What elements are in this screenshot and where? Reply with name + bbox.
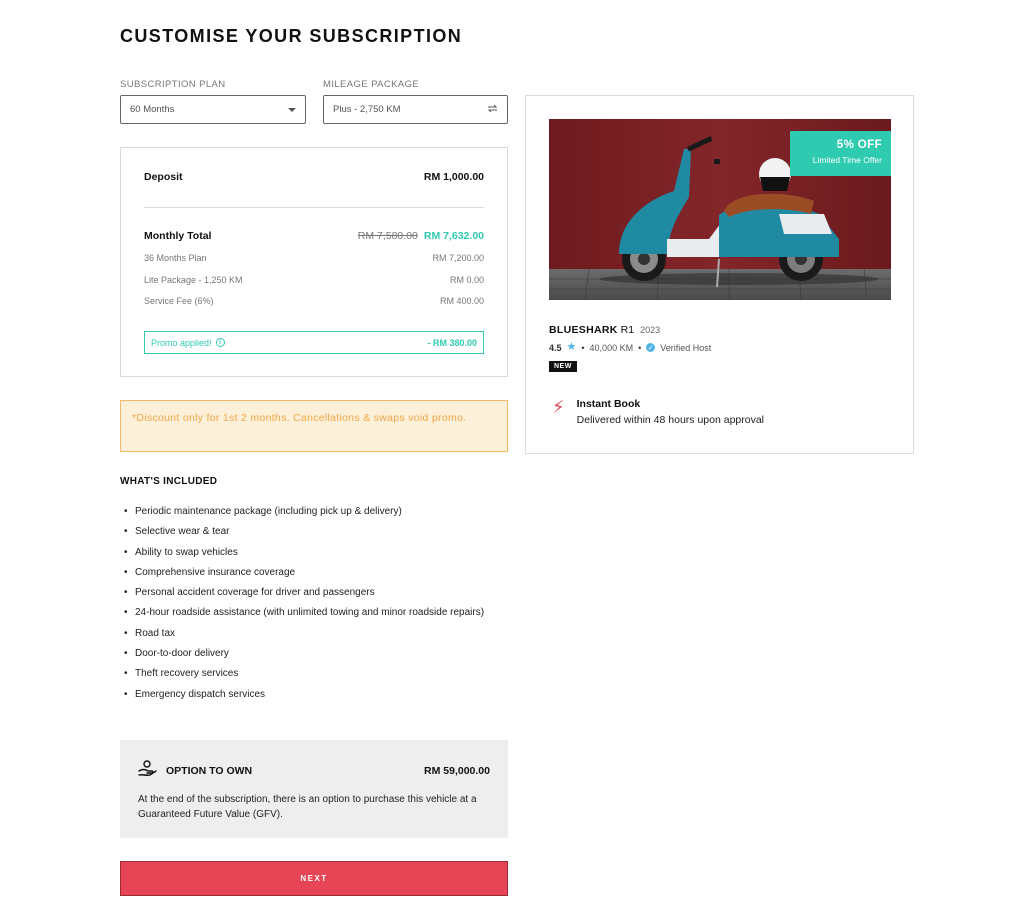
next-button[interactable]: NEXT [120,861,508,896]
info-icon[interactable]: i [215,338,225,347]
new-badge: NEW [549,361,577,372]
vehicle-year: 2023 [640,325,661,335]
offer-badge: 5% OFF Limited Time Offer [790,131,891,176]
separator-dot: • [638,342,642,353]
own-price: RM 59,000.00 [424,764,490,777]
star-icon: ★ [566,341,577,353]
verified-icon: ✓ [646,343,656,352]
promo-notice: *Discount only for 1st 2 months. Cancell… [120,400,508,452]
own-description: At the end of the subscription, there is… [138,794,477,820]
list-item: Periodic maintenance package (including … [124,505,504,519]
list-item: 24-hour roadside assistance (with unlimi… [124,606,504,620]
included-list: Periodic maintenance package (including … [124,505,504,708]
list-item: Door-to-door delivery [124,647,504,661]
deposit-value: RM 1,000.00 [423,171,484,183]
deposit-label: Deposit [144,171,183,183]
monthly-total-label: Monthly Total [144,230,212,242]
line-label: Service Fee (6%) [144,296,214,306]
separator-dot: • [581,342,585,353]
mileage-package-select[interactable]: Plus - 2,750 KM [323,95,508,124]
subscription-plan-label: SUBSCRIPTION PLAN [120,79,226,90]
mileage-package-value: Plus - 2,750 KM [333,104,401,115]
instant-book-subtitle: Delivered within 48 hours upon approval [576,414,765,426]
list-item: Road tax [124,627,504,641]
monthly-old-price: RM 7,580.00 [357,230,418,242]
vehicle-name: BLUESHARK R1 2023 [549,324,660,336]
mileage-package-label: MILEAGE PACKAGE [323,79,420,90]
summary-divider [144,207,484,208]
swap-icon [487,104,498,116]
package-line-row: Lite Package - 1,250 KM RM 0.00 [144,275,484,285]
list-item: Comprehensive insurance coverage [124,566,504,580]
instant-book-row: ⚡ Instant Book Delivered within 48 hours… [552,398,764,426]
offer-sub: Limited Time Offer [812,155,882,165]
list-item: Personal accident coverage for driver an… [124,586,504,600]
line-value: RM 7,200.00 [432,253,484,263]
offer-main: 5% OFF [836,139,882,151]
list-item: Emergency dispatch services [124,688,504,702]
vehicle-rating: 4.5 [549,342,562,353]
chevron-down-icon [288,107,296,112]
line-label: 36 Months Plan [144,253,207,263]
list-item: Selective wear & tear [124,525,504,539]
line-label: Lite Package - 1,250 KM [144,275,243,285]
monthly-total-row: Monthly Total RM 7,580.00 RM 7,632.00 [144,230,484,242]
service-fee-row: Service Fee (6%) RM 400.00 [144,296,484,306]
subscription-plan-value: 60 Months [130,104,175,115]
promo-applied-box: Promo applied! i - RM 380.00 [144,331,484,354]
promo-label: Promo applied! [151,337,212,348]
lightning-icon: ⚡ [552,397,565,417]
option-to-own-card: OPTION TO OWN RM 59,000.00 At the end of… [120,740,508,838]
line-value: RM 0.00 [449,275,484,285]
promo-value: - RM 380.00 [427,337,477,348]
monthly-new-price: RM 7,632.00 [423,230,484,242]
page-title: CUSTOMISE YOUR SUBSCRIPTION [120,26,463,46]
list-item: Ability to swap vehicles [124,546,504,560]
instant-book-title: Instant Book [576,398,641,410]
vehicle-card: 5% OFF Limited Time Offer BLUESHARK R1 2… [525,95,914,454]
vehicle-brand: BLUESHARK [549,324,618,336]
vehicle-meta: 4.5 ★ • 40,000 KM • ✓ Verified Host [549,342,711,353]
own-title: OPTION TO OWN [166,764,253,777]
list-item: Theft recovery services [124,667,504,681]
plan-line-row: 36 Months Plan RM 7,200.00 [144,253,484,263]
included-title: WHAT'S INCLUDED [120,476,218,487]
price-summary-card: Deposit RM 1,000.00 Monthly Total RM 7,5… [120,147,508,377]
deposit-row: Deposit RM 1,000.00 [144,171,484,183]
verified-host-label: Verified Host [660,342,712,353]
hand-coin-icon [138,760,158,781]
line-value: RM 400.00 [439,296,484,306]
vehicle-image: 5% OFF Limited Time Offer [549,119,891,300]
subscription-plan-select[interactable]: 60 Months [120,95,306,124]
vehicle-model: R1 [620,324,635,336]
vehicle-mileage: 40,000 KM [589,342,634,353]
